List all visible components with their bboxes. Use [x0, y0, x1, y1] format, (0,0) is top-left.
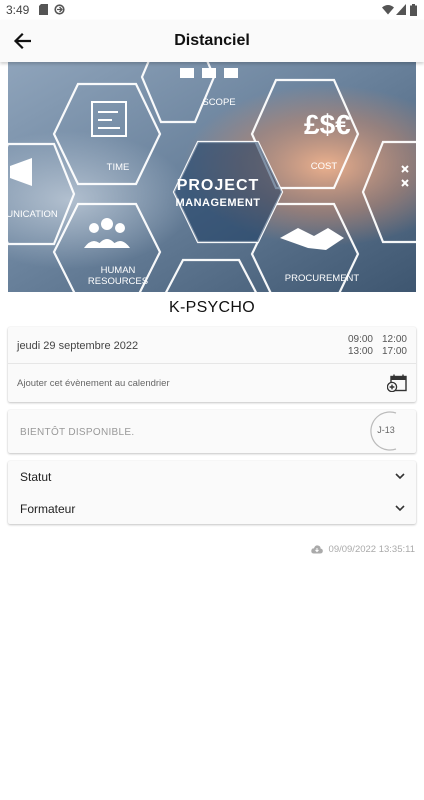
- event-times: 09:00 12:00 13:00 17:00: [339, 334, 407, 358]
- countdown-days: J-13: [377, 425, 395, 435]
- time-slot-morning: 09:00 12:00: [339, 334, 407, 346]
- status-accordion-toggle[interactable]: Statut: [8, 461, 416, 492]
- event-date-row: jeudi 29 septembre 2022 09:00 12:00 13:00…: [8, 327, 416, 364]
- last-sync-timestamp: 09/09/2022 13:35:11: [328, 544, 415, 555]
- chevron-down-icon: [395, 473, 405, 480]
- banner-label-human-1: HUMAN: [101, 265, 136, 276]
- trainer-label: Formateur: [20, 502, 76, 516]
- app-bar: Distanciel: [0, 20, 424, 62]
- banner-label-human-2: RESOURCES: [88, 276, 148, 287]
- cloud-download-icon: [310, 545, 323, 554]
- banner-label-procurement: PROCUREMENT: [285, 273, 360, 284]
- banner-label-time: TIME: [107, 162, 130, 173]
- time-slot-afternoon: 13:00 17:00: [339, 346, 407, 358]
- banner-center-line1: PROJECT: [177, 177, 260, 194]
- battery-icon: [410, 4, 417, 16]
- calendar-add-icon: [387, 374, 407, 392]
- sd-card-icon: [39, 4, 48, 15]
- sync-status-icon: [54, 4, 65, 15]
- time-start: 13:00: [347, 346, 373, 357]
- trainer-accordion-toggle[interactable]: Formateur: [8, 493, 416, 524]
- banner-label-communication: UNICATION: [8, 209, 58, 220]
- countdown-indicator: J-13: [366, 411, 410, 451]
- svg-text:£$€: £$€: [304, 109, 351, 140]
- time-end: 12:00: [381, 334, 407, 345]
- last-sync: 09/09/2022 13:35:11: [310, 544, 415, 555]
- availability-status: BIENTÔT DISPONIBLE.: [20, 427, 135, 438]
- event-title: K-PSYCHO: [169, 299, 255, 316]
- page-title: Distanciel: [174, 32, 250, 49]
- event-date: jeudi 29 septembre 2022: [17, 340, 139, 352]
- details-accordion: Statut Formateur: [8, 461, 416, 524]
- add-to-calendar-button[interactable]: Ajouter cet évènement au calendrier: [8, 365, 416, 402]
- banner-label-scope: SCOPE: [202, 97, 235, 108]
- add-to-calendar-label: Ajouter cet évènement au calendrier: [17, 378, 170, 389]
- time-end: 17:00: [381, 346, 407, 357]
- status-label: Statut: [20, 470, 52, 484]
- availability-card: BIENTÔT DISPONIBLE. J-13: [8, 410, 416, 453]
- chevron-down-icon: [395, 505, 405, 512]
- time-start: 09:00: [347, 334, 373, 345]
- wifi-icon: [382, 5, 394, 15]
- banner-center-line2: MANAGEMENT: [175, 197, 260, 209]
- status-bar: 3:49: [0, 0, 424, 20]
- status-time: 3:49: [6, 3, 30, 17]
- event-date-card: jeudi 29 septembre 2022 09:00 12:00 13:00…: [8, 327, 416, 402]
- event-banner-image: £$€ SCOPE TIME COST UNICATION HUMAN RESO…: [8, 62, 416, 292]
- banner-label-cost: COST: [311, 161, 338, 172]
- signal-icon: [396, 4, 406, 15]
